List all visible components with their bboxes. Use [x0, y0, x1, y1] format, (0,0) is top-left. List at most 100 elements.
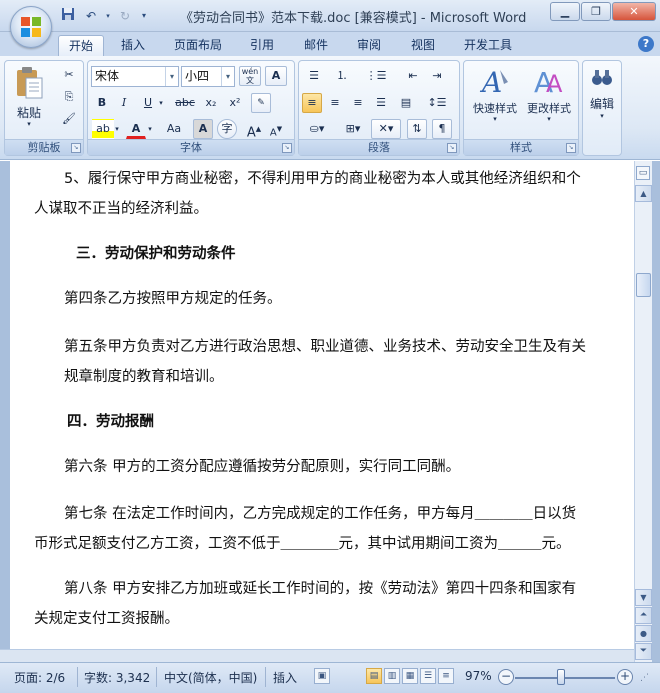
superscript-button[interactable]: x² — [224, 93, 246, 113]
subscript-button[interactable]: x₂ — [200, 93, 222, 113]
highlight-dropdown-icon[interactable]: ▾ — [112, 119, 122, 139]
cut-icon[interactable]: ✂ — [59, 65, 79, 85]
minimize-button[interactable]: ▁ — [550, 2, 580, 21]
font-family-select[interactable]: 宋体 ▾ — [91, 66, 179, 87]
help-icon[interactable]: ? — [638, 36, 654, 52]
page-indicator[interactable]: 页面: 2/6 — [14, 669, 65, 686]
resize-grip-icon[interactable]: ⋰ — [640, 673, 649, 683]
bold-button[interactable]: B — [92, 93, 112, 113]
document-page[interactable]: 5、履行保守甲方商业秘密，不得利用甲方的商业秘密为本人或其他经济组织和个 人谋取… — [12, 161, 632, 662]
save-icon[interactable] — [58, 7, 78, 25]
tab-insert[interactable]: 插入 — [112, 35, 154, 56]
highlight-button[interactable]: ab — [92, 119, 114, 139]
decrease-indent-icon[interactable]: ⇤ — [403, 66, 423, 86]
zoom-in-icon[interactable]: + — [617, 669, 633, 685]
macro-record-icon[interactable]: ▣ — [314, 668, 330, 684]
align-right-button[interactable]: ≡ — [348, 93, 368, 113]
paragraph-group: ☰ ⒈ ⋮☰ ⇤ ⇥ ≡ ≡ ≡ ☰ ▤ ↕☰ ⛀▾ ⊞▾ ✕▾ ⇅ ¶ 段落 … — [298, 60, 460, 156]
full-screen-reading-icon[interactable]: ▥ — [384, 668, 400, 684]
redo-icon[interactable]: ↻ — [115, 7, 135, 25]
styles-launcher-icon[interactable]: ↘ — [566, 143, 576, 153]
restore-button[interactable]: ❐ — [581, 2, 611, 21]
tab-developer[interactable]: 开发工具 — [456, 35, 520, 56]
align-left-button[interactable]: ≡ — [302, 93, 322, 113]
scroll-down-icon[interactable]: ▼ — [635, 589, 652, 606]
char-shading-icon[interactable]: A — [193, 119, 213, 139]
close-button[interactable]: ✕ — [612, 2, 656, 21]
show-marks-icon[interactable]: ¶ — [432, 119, 452, 139]
font-color-dropdown-icon[interactable]: ▾ — [145, 119, 155, 139]
word-count[interactable]: 字数: 3,342 — [84, 669, 150, 686]
insert-mode[interactable]: 插入 — [273, 669, 297, 686]
undo-dropdown-icon[interactable]: ▾ — [104, 7, 112, 25]
vertical-scrollbar[interactable]: ▲ ▼ ⏶ ● ⏷ — [634, 161, 652, 662]
browse-object-icon[interactable]: ● — [635, 625, 652, 642]
shrink-font-button[interactable]: A▼ — [266, 119, 286, 139]
paragraph-line: 第八条 甲方安排乙方加班或延长工作时间的，按《劳动法》第四十四条和国家有 — [64, 581, 577, 597]
copy-icon[interactable]: ⎘ — [59, 87, 79, 107]
sort-icon[interactable]: ⇅ — [407, 119, 427, 139]
multilevel-list-icon[interactable]: ⋮☰ — [361, 66, 391, 86]
zoom-slider[interactable] — [515, 677, 615, 679]
font-size-select[interactable]: 小四 ▾ — [181, 66, 235, 87]
tab-home[interactable]: 开始 — [58, 35, 104, 56]
scroll-thumb[interactable] — [636, 273, 651, 297]
web-layout-icon[interactable]: ▦ — [402, 668, 418, 684]
tab-mailings[interactable]: 邮件 — [296, 35, 336, 56]
quick-styles-button[interactable]: A 快速样式 ▾ — [468, 65, 522, 127]
numbering-icon[interactable]: ⒈ — [330, 66, 354, 86]
chevron-down-icon: ▾ — [600, 112, 604, 120]
change-case-button[interactable]: Aa — [160, 119, 188, 139]
tab-references[interactable]: 引用 — [242, 35, 282, 56]
clear-formatting-icon[interactable]: ✎ — [251, 93, 271, 113]
grow-font-button[interactable]: A▲ — [244, 119, 264, 140]
distributed-button[interactable]: ▤ — [396, 93, 416, 113]
enclose-char-icon[interactable]: 字 — [217, 119, 237, 139]
underline-button[interactable]: U — [138, 93, 158, 113]
office-button[interactable] — [10, 6, 52, 48]
undo-icon[interactable]: ↶ — [81, 7, 101, 25]
font-color-button[interactable]: A — [126, 119, 146, 139]
bullets-icon[interactable]: ☰ — [302, 66, 326, 86]
change-styles-button[interactable]: A A 更改样式 ▾ — [522, 65, 576, 127]
ruler-toggle-icon[interactable]: ▭ — [636, 166, 650, 180]
tab-view[interactable]: 视图 — [403, 35, 443, 56]
font-launcher-icon[interactable]: ↘ — [282, 143, 292, 153]
previous-page-icon[interactable]: ⏶ — [635, 607, 652, 624]
clipboard-group: 粘贴 ▾ ✂ ⎘ 🖌 剪贴板 ↘ — [4, 60, 84, 156]
shading-icon[interactable]: ⛀▾ — [302, 119, 332, 139]
paragraph-launcher-icon[interactable]: ↘ — [447, 143, 457, 153]
underline-dropdown-icon[interactable]: ▾ — [156, 93, 166, 113]
borders-icon[interactable]: ⊞▾ — [339, 119, 367, 139]
paste-dropdown-icon[interactable]: ▾ — [12, 120, 46, 128]
next-page-icon[interactable]: ⏷ — [635, 643, 652, 660]
zoom-out-icon[interactable]: − — [498, 669, 514, 685]
customize-qat-icon[interactable]: ▾ — [138, 7, 150, 25]
editing-button[interactable]: 编辑 ▾ — [585, 65, 619, 135]
line-spacing-icon[interactable]: ↕☰ — [423, 93, 451, 113]
format-painter-icon[interactable]: 🖌 — [59, 109, 79, 129]
increase-indent-icon[interactable]: ⇥ — [427, 66, 447, 86]
divider — [156, 667, 157, 687]
language-indicator[interactable]: 中文(简体，中国) — [164, 669, 257, 686]
paste-button[interactable]: 粘贴 ▾ — [11, 65, 47, 128]
section-heading: 三．劳动保护和劳动条件 — [76, 246, 236, 262]
chevron-down-icon: ▾ — [493, 115, 497, 123]
outline-view-icon[interactable]: ☰ — [420, 668, 436, 684]
ribbon-tabs: 开始 插入 页面布局 引用 邮件 审阅 视图 开发工具 ? — [0, 32, 660, 56]
phonetic-guide-icon[interactable]: wén 文 — [239, 66, 261, 86]
italic-button[interactable]: I — [114, 93, 134, 113]
tab-page-layout[interactable]: 页面布局 — [168, 35, 228, 56]
clipboard-launcher-icon[interactable]: ↘ — [71, 143, 81, 153]
align-center-button[interactable]: ≡ — [325, 93, 345, 113]
tab-review[interactable]: 审阅 — [349, 35, 389, 56]
strikethrough-button[interactable]: abc — [172, 93, 198, 113]
print-layout-icon[interactable]: ▤ — [366, 668, 382, 684]
chinese-layout-icon[interactable]: ✕▾ — [371, 119, 401, 139]
draft-view-icon[interactable]: ≡ — [438, 668, 454, 684]
char-border-icon[interactable]: A — [265, 66, 287, 86]
zoom-slider-thumb[interactable] — [557, 669, 565, 685]
justify-button[interactable]: ☰ — [371, 93, 391, 113]
zoom-level[interactable]: 97% — [465, 669, 492, 683]
scroll-up-icon[interactable]: ▲ — [635, 185, 652, 202]
